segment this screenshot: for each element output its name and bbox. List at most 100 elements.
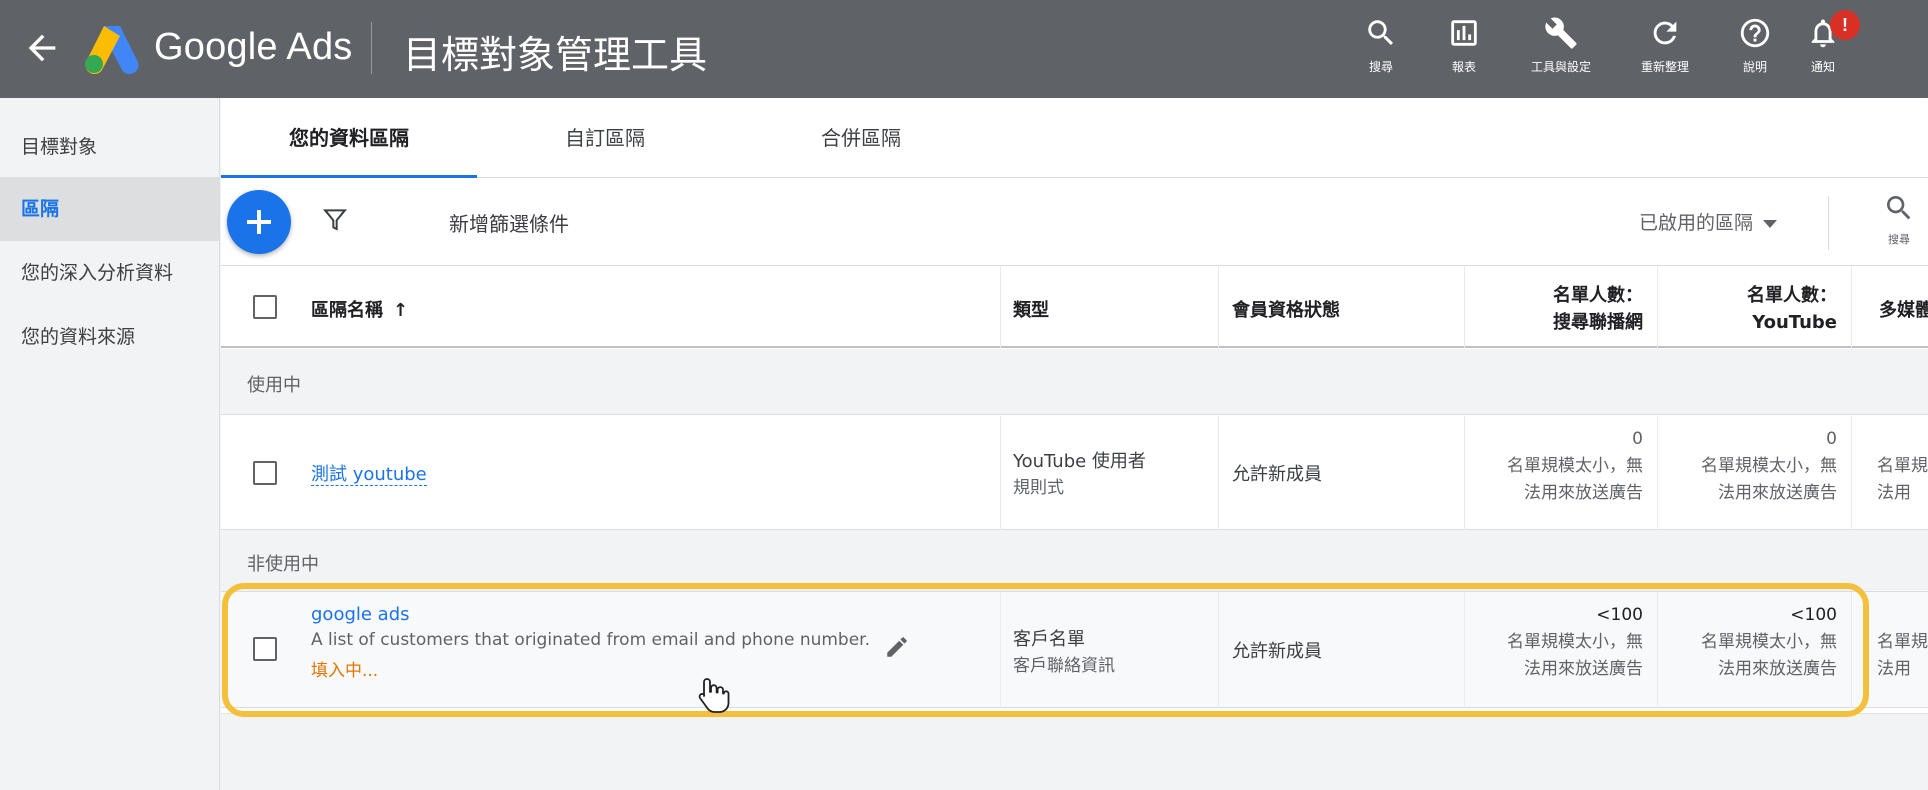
notifications-label: 通知 (1810, 60, 1835, 74)
refresh-label: 重新整理 (1640, 60, 1689, 74)
notifications-button[interactable]: 通知 ! (1780, 10, 1866, 86)
type-secondary: 規則式 (1013, 478, 1064, 498)
col-divider (1000, 416, 1001, 530)
segment-status-dropdown[interactable]: 已啟用的區隔 (1639, 208, 1778, 235)
size-search-note: 名單規模太小，無 (1507, 632, 1643, 652)
size-search-note: 法用來放送廣告 (1524, 483, 1643, 503)
size-youtube-note: 名單規模太小，無 (1701, 456, 1837, 476)
col-size-youtube-line2: YouTube (1752, 312, 1837, 333)
sidebar-item-audiences[interactable]: 目標對象 (0, 115, 219, 179)
size-youtube-note: 法用來放送廣告 (1718, 659, 1837, 679)
row-checkbox[interactable] (253, 637, 277, 661)
col-divider (1851, 592, 1852, 708)
search-icon (1368, 20, 1394, 46)
col-size-search-header[interactable]: 名單人數： 搜尋聯播網 (1471, 282, 1643, 336)
group-row-inactive: 非使用中 (221, 530, 1928, 592)
title-divider (371, 22, 372, 74)
col-size-youtube-header[interactable]: 名單人數： YouTube (1665, 282, 1837, 336)
toolbar-divider (1828, 196, 1829, 250)
size-search-count: 0 (1632, 429, 1643, 449)
size-search-note: 名單規模太小，無 (1507, 456, 1643, 476)
sidebar-item-data-sources[interactable]: 您的資料來源 (0, 305, 219, 369)
table-header: 區隔名稱 ↑ 類型 會員資格狀態 名單人數： 搜尋聯播網 名單人數： YouTub… (221, 266, 1928, 348)
notification-badge: ! (1830, 10, 1860, 40)
col-divider (1464, 592, 1465, 708)
sidebar: 目標對象 區隔 您的深入分析資料 您的資料來源 (0, 98, 220, 790)
size-display-note: 名單規 (1877, 456, 1928, 476)
help-icon (1740, 18, 1770, 48)
segment-status: 填入中... (311, 661, 379, 681)
tab-your-data-segments[interactable]: 您的資料區隔 (221, 98, 477, 178)
membership-status: 允許新成員 (1232, 641, 1322, 662)
size-search-note: 法用來放送廣告 (1524, 659, 1643, 679)
col-divider (1000, 592, 1001, 708)
back-arrow-icon[interactable] (22, 28, 62, 68)
group-label: 使用中 (247, 375, 301, 396)
google-ads-logo-icon (84, 22, 140, 75)
tools-settings-button[interactable]: 工具與設定 (1518, 16, 1604, 86)
segment-status-value: 已啟用的區隔 (1639, 212, 1754, 234)
col-divider (1657, 266, 1658, 348)
col-size-display-header[interactable]: 多媒體 (1879, 296, 1928, 322)
membership-status: 允許新成員 (1232, 464, 1322, 485)
top-app-bar: Google Ads 目標對象管理工具 搜尋 報表 工具與設定 重新整理 說明 … (0, 0, 1928, 98)
col-divider (1851, 416, 1852, 530)
tab-combined-segments[interactable]: 合併區隔 (733, 98, 989, 178)
row-checkbox[interactable] (253, 461, 277, 485)
col-type-header[interactable]: 類型 (1013, 296, 1049, 322)
table-search-button[interactable]: 搜尋 (1876, 192, 1922, 247)
size-display-note: 法用 (1877, 483, 1911, 503)
type-primary: 客戶名單 (1013, 629, 1085, 650)
search-tool-button[interactable]: 搜尋 (1338, 16, 1424, 86)
tab-custom-segments[interactable]: 自訂區隔 (477, 98, 733, 178)
filter-icon[interactable] (319, 204, 351, 236)
size-display-cell: 名單規 法用 (1877, 453, 1928, 507)
size-display-cell: 名單規 法用 (1877, 629, 1928, 683)
size-search-cell: <100 名單規模太小，無 法用來放送廣告 (1471, 602, 1643, 683)
caret-down-icon (1763, 219, 1778, 228)
wrench-icon (1545, 17, 1577, 49)
reports-tool-button[interactable]: 報表 (1421, 16, 1507, 86)
col-divider (1464, 416, 1465, 530)
size-youtube-count: 0 (1826, 429, 1837, 449)
size-search-count: <100 (1596, 605, 1643, 625)
sidebar-item-segments[interactable]: 區隔 (0, 177, 219, 241)
reports-icon (1451, 20, 1477, 46)
sort-arrow-up-icon: ↑ (393, 300, 409, 321)
size-youtube-count: <100 (1790, 605, 1837, 625)
type-secondary: 客戶聯絡資訊 (1013, 656, 1115, 676)
col-name-header[interactable]: 區隔名稱 ↑ (311, 296, 408, 322)
col-divider (1218, 416, 1219, 530)
refresh-button[interactable]: 重新整理 (1622, 16, 1708, 86)
col-divider (1000, 266, 1001, 348)
col-divider (1464, 266, 1465, 348)
table-row: 測試 youtube YouTube 使用者 規則式 允許新成員 0 名單規模太… (221, 416, 1928, 530)
add-filter-button[interactable]: 新增篩選條件 (449, 208, 569, 237)
tools-settings-label: 工具與設定 (1530, 60, 1591, 74)
segment-name-link[interactable]: google ads (311, 604, 410, 625)
col-size-search-line1: 名單人數： (1553, 285, 1643, 306)
col-divider (1657, 592, 1658, 708)
table-search-label: 搜尋 (1888, 233, 1910, 246)
add-segment-button[interactable] (227, 190, 291, 254)
segment-name-link[interactable]: 測試 youtube (311, 460, 427, 486)
main-panel: 您的資料區隔 自訂區隔 合併區隔 新增篩選條件 已啟用的區隔 搜尋 區隔名稱 ↑ … (221, 98, 1928, 790)
size-youtube-note: 名單規模太小，無 (1701, 632, 1837, 652)
type-primary: YouTube 使用者 (1013, 451, 1146, 472)
search-tool-label: 搜尋 (1368, 60, 1393, 74)
segment-name-text: 測試 youtube (311, 464, 427, 486)
size-search-cell: 0 名單規模太小，無 法用來放送廣告 (1471, 426, 1643, 507)
group-label: 非使用中 (247, 554, 319, 575)
size-youtube-cell: 0 名單規模太小，無 法用來放送廣告 (1665, 426, 1837, 507)
table-footer-area (221, 713, 1928, 790)
col-divider (1657, 416, 1658, 530)
product-name: Google Ads (154, 26, 353, 68)
select-all-checkbox[interactable] (253, 295, 277, 319)
edit-pencil-icon[interactable] (884, 634, 910, 660)
sidebar-item-insights[interactable]: 您的深入分析資料 (0, 241, 219, 305)
col-divider (1218, 592, 1219, 708)
segment-name-text: google ads (311, 604, 410, 625)
refresh-icon (1653, 21, 1677, 45)
col-membership-header[interactable]: 會員資格狀態 (1232, 296, 1340, 322)
size-youtube-note: 法用來放送廣告 (1718, 483, 1837, 503)
